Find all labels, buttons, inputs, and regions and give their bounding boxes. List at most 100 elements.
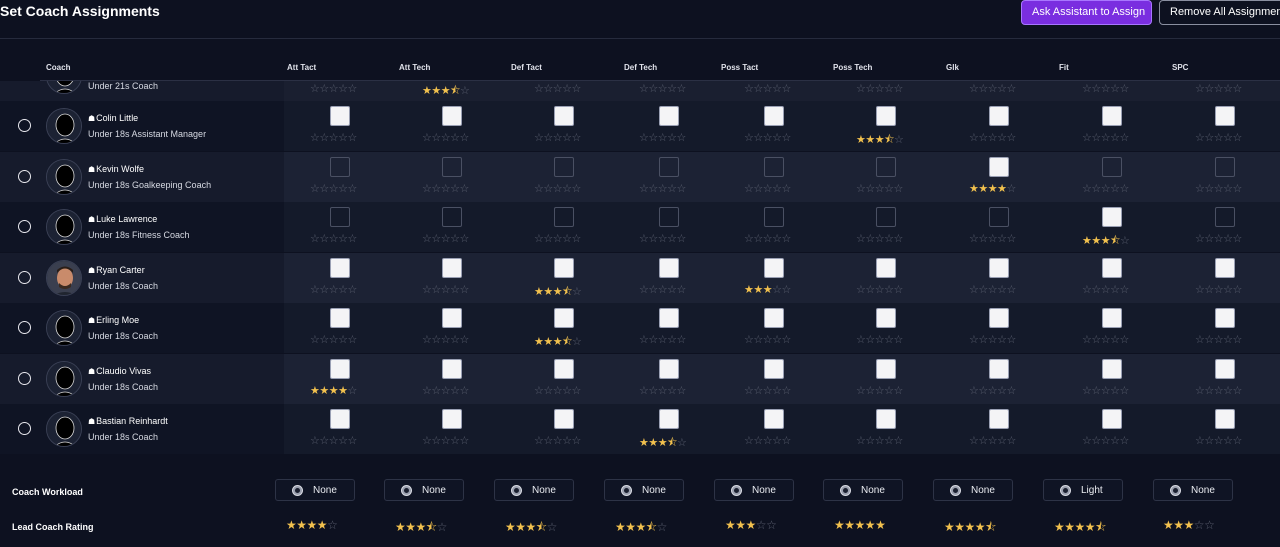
- assignment-checkbox[interactable]: [659, 308, 679, 328]
- assignment-checkbox[interactable]: [764, 257, 784, 278]
- assignment-checkbox[interactable]: [330, 308, 350, 328]
- column-header-poss-tact[interactable]: Poss Tact: [721, 63, 758, 72]
- assignment-checkbox[interactable]: [330, 156, 350, 177]
- workload-radio[interactable]: [840, 485, 851, 496]
- assignment-checkbox[interactable]: [989, 207, 1009, 227]
- row-select-radio[interactable]: [18, 371, 31, 385]
- row-select-radio[interactable]: [18, 220, 31, 233]
- table-row[interactable]: ☗Kevin Wolfe Under 18s Goalkeeping Coach ☆…: [0, 151, 1280, 202]
- coach-name[interactable]: ☗Ryan Carter: [88, 265, 145, 275]
- assignment-checkbox[interactable]: [330, 106, 350, 126]
- assignment-checkbox[interactable]: [1102, 308, 1122, 328]
- assignment-checkbox[interactable]: [764, 106, 784, 126]
- assignment-checkbox[interactable]: [442, 409, 462, 429]
- column-header-def-tech[interactable]: Def Tech: [624, 63, 657, 72]
- column-header-glk[interactable]: Glk: [946, 63, 959, 72]
- assignment-checkbox[interactable]: [554, 308, 574, 328]
- coach-name[interactable]: ☗Bastian Reinhardt: [88, 416, 168, 426]
- assignment-checkbox[interactable]: [876, 207, 896, 227]
- remove-all-assignments-button[interactable]: Remove All Assignments: [1159, 0, 1280, 25]
- assignment-checkbox[interactable]: [876, 409, 896, 429]
- workload-radio[interactable]: [621, 485, 632, 496]
- workload-radio[interactable]: [731, 485, 742, 496]
- workload-radio[interactable]: [1060, 485, 1071, 496]
- row-select-radio[interactable]: [18, 321, 31, 334]
- assignment-checkbox[interactable]: [442, 257, 462, 278]
- row-select-radio[interactable]: [18, 119, 31, 132]
- table-row[interactable]: ☗Colin Little Under 18s Assistant Manager…: [0, 101, 1280, 151]
- workload-radio[interactable]: [511, 485, 522, 496]
- assignment-checkbox[interactable]: [989, 257, 1009, 278]
- assignment-checkbox[interactable]: [554, 257, 574, 278]
- assignment-checkbox[interactable]: [554, 106, 574, 126]
- row-select-radio[interactable]: [18, 422, 31, 435]
- assignment-checkbox[interactable]: [330, 358, 350, 379]
- row-select-radio[interactable]: [18, 270, 31, 284]
- coach-name[interactable]: ☗Kevin Wolfe: [88, 164, 144, 174]
- assignment-checkbox[interactable]: [989, 308, 1009, 328]
- workload-option[interactable]: Light: [1043, 479, 1123, 501]
- coach-name[interactable]: ☗Luke Lawrence: [88, 214, 157, 224]
- table-row[interactable]: ☗Luke Lawrence Under 18s Fitness Coach ☆☆☆…: [0, 202, 1280, 252]
- workload-option[interactable]: None: [494, 479, 574, 501]
- assignment-checkbox[interactable]: [1102, 358, 1122, 379]
- workload-option[interactable]: None: [275, 479, 355, 501]
- assignment-checkbox[interactable]: [554, 358, 574, 379]
- workload-option[interactable]: None: [1153, 479, 1233, 501]
- assignment-checkbox[interactable]: [330, 409, 350, 429]
- table-row[interactable]: ☗Erling Moe Under 18s Coach ☆☆☆☆☆ ☆☆☆☆☆ ★★★⯪…: [0, 303, 1280, 353]
- assignment-checkbox[interactable]: [659, 358, 679, 379]
- assignment-checkbox[interactable]: [659, 156, 679, 177]
- column-header-att-tact[interactable]: Att Tact: [287, 63, 316, 72]
- assignment-checkbox[interactable]: [764, 358, 784, 379]
- coach-name[interactable]: ☗Claudio Vivas: [88, 366, 151, 376]
- workload-option[interactable]: None: [823, 479, 903, 501]
- table-row[interactable]: ☗Claudio Vivas Under 18s Coach ★★★★☆ ☆☆☆☆☆ ☆…: [0, 353, 1280, 404]
- workload-radio[interactable]: [401, 485, 412, 496]
- assignment-checkbox[interactable]: [1215, 308, 1235, 328]
- workload-radio[interactable]: [292, 485, 303, 496]
- assignment-checkbox[interactable]: [659, 207, 679, 227]
- assignment-checkbox[interactable]: [989, 106, 1009, 126]
- column-header-coach[interactable]: Coach: [46, 63, 70, 72]
- assignment-checkbox[interactable]: [989, 156, 1009, 177]
- assignment-checkbox[interactable]: [1102, 156, 1122, 177]
- assignment-checkbox[interactable]: [876, 106, 896, 126]
- assignment-checkbox[interactable]: [442, 207, 462, 227]
- assignment-checkbox[interactable]: [442, 156, 462, 177]
- table-row[interactable]: ☗Ryan Carter Under 18s Coach ☆☆☆☆☆ ☆☆☆☆☆ ★★★…: [0, 252, 1280, 303]
- assignment-checkbox[interactable]: [442, 308, 462, 328]
- coach-name[interactable]: ☗Colin Little: [88, 113, 138, 123]
- assignment-checkbox[interactable]: [1215, 106, 1235, 126]
- assignment-checkbox[interactable]: [659, 409, 679, 429]
- assignment-checkbox[interactable]: [330, 207, 350, 227]
- workload-radio[interactable]: [950, 485, 961, 496]
- workload-option[interactable]: None: [604, 479, 684, 501]
- ask-assistant-button[interactable]: Ask Assistant to Assign: [1021, 0, 1152, 25]
- assignment-checkbox[interactable]: [554, 207, 574, 227]
- assignment-checkbox[interactable]: [1215, 156, 1235, 177]
- row-select-radio[interactable]: [18, 169, 31, 183]
- assignment-checkbox[interactable]: [764, 409, 784, 429]
- assignment-checkbox[interactable]: [330, 257, 350, 278]
- column-header-spc[interactable]: SPC: [1172, 63, 1188, 72]
- assignment-checkbox[interactable]: [1102, 207, 1122, 227]
- assignment-checkbox[interactable]: [1102, 409, 1122, 429]
- table-row-partial[interactable]: Under 21s Coach ☆☆☆☆☆ ★★★⯪☆ ☆☆☆☆☆ ☆☆☆☆☆ ☆☆☆☆☆…: [0, 81, 1280, 101]
- assignment-checkbox[interactable]: [876, 358, 896, 379]
- assignment-checkbox[interactable]: [1102, 257, 1122, 278]
- column-header-def-tact[interactable]: Def Tact: [511, 63, 542, 72]
- assignment-checkbox[interactable]: [989, 409, 1009, 429]
- assignment-checkbox[interactable]: [764, 156, 784, 177]
- assignment-checkbox[interactable]: [876, 156, 896, 177]
- assignment-checkbox[interactable]: [1215, 409, 1235, 429]
- assignment-checkbox[interactable]: [764, 207, 784, 227]
- table-row[interactable]: ☗Bastian Reinhardt Under 18s Coach ☆☆☆☆☆ ☆☆…: [0, 404, 1280, 454]
- workload-option[interactable]: None: [933, 479, 1013, 501]
- assignment-checkbox[interactable]: [1215, 358, 1235, 379]
- column-header-att-tech[interactable]: Att Tech: [399, 63, 430, 72]
- coach-name[interactable]: ☗Erling Moe: [88, 315, 139, 325]
- assignment-checkbox[interactable]: [659, 106, 679, 126]
- assignment-checkbox[interactable]: [442, 106, 462, 126]
- workload-option[interactable]: None: [714, 479, 794, 501]
